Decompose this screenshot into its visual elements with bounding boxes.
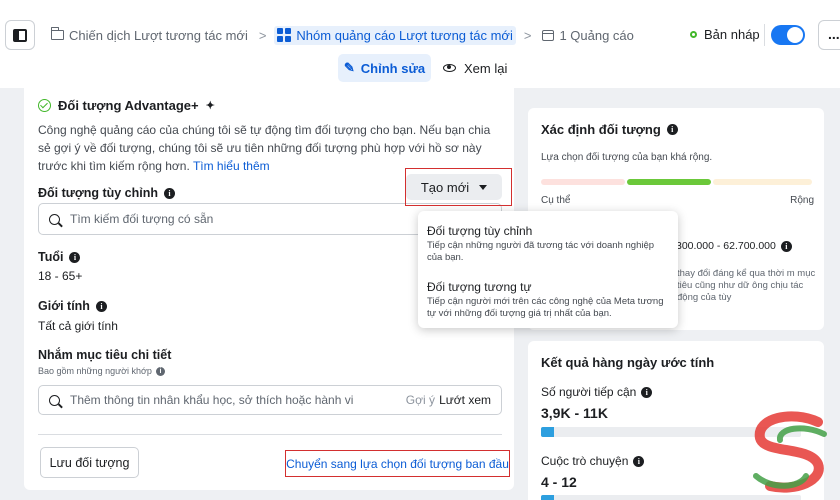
toggle-knob [787, 27, 803, 43]
audience-definition-heading: Xác định đối tượng i [541, 122, 678, 137]
menu-item-lookalike-audience[interactable]: Đối tượng tương tự Tiếp cận người mới tr… [427, 279, 671, 320]
highlight-box [405, 168, 512, 206]
audience-description: Công nghệ quảng cáo của chúng tôi sẽ tự … [38, 121, 506, 175]
sidebar-toggle-button[interactable] [5, 20, 35, 50]
custom-audience-heading: Đối tượng tùy chỉnh i [38, 186, 176, 200]
breadcrumb-campaign-label: Chiến dịch Lượt tương tác mới [69, 27, 248, 43]
detailed-targeting-sub: Bao gồm những người khớp i [38, 366, 165, 376]
more-options-button[interactable]: ... [818, 20, 840, 50]
sparkle-icon: ✦ [205, 100, 215, 112]
info-icon[interactable]: i [69, 251, 81, 263]
breadcrumb-adset[interactable]: Nhóm quảng cáo Lượt tương tác mới [274, 25, 516, 45]
suggest-link[interactable]: Gợi ý [406, 393, 435, 407]
check-circle-icon [38, 99, 51, 112]
breadcrumb: Chiến dịch Lượt tương tác mới > Nhóm quả… [48, 24, 637, 46]
age-value[interactable]: 18 - 65+ [38, 269, 82, 283]
ad-set-grid-icon [277, 28, 292, 42]
gender-label: Giới tính [38, 299, 90, 313]
age-heading: Tuổi i [38, 250, 81, 264]
edit-tab-button[interactable]: ✎ Chỉnh sửa [338, 54, 431, 82]
info-icon[interactable]: i [641, 386, 653, 398]
search-icon [49, 394, 60, 406]
estimated-audience-size-value: 300.000 - 62.700.000 [676, 240, 776, 252]
detailed-targeting-sub-label: Bao gồm những người khớp [38, 366, 152, 376]
gender-value[interactable]: Tất cả giới tính [38, 319, 118, 333]
breadcrumb-ad[interactable]: 1 Quảng cáo [539, 26, 636, 45]
info-icon[interactable]: i [164, 187, 176, 199]
eye-icon [443, 64, 456, 72]
chevron-right-icon: > [258, 27, 267, 43]
daily-results-title: Kết quả hàng ngày ước tính [541, 355, 715, 370]
info-icon[interactable]: i [95, 300, 107, 312]
menu-item-description: Tiếp cận những người đã tương tác với do… [427, 240, 655, 263]
audience-title: Đối tượng Advantage+ [58, 98, 199, 113]
detailed-targeting-heading: Nhắm mục tiêu chi tiết [38, 348, 171, 362]
conversation-metric-value: 4 - 12 [541, 474, 577, 490]
breadcrumb-campaign[interactable]: Chiến dịch Lượt tương tác mới [48, 26, 251, 45]
learn-more-link[interactable]: Tìm hiểu thêm [193, 159, 270, 173]
draft-status-icon [690, 31, 697, 38]
chevron-right-icon: > [523, 27, 532, 43]
breadcrumb-adset-label: Nhóm quảng cáo Lượt tương tác mới [296, 27, 513, 43]
detailed-targeting-placeholder: Thêm thông tin nhân khẩu học, sở thích h… [70, 393, 354, 407]
review-label: Xem lại [464, 60, 508, 76]
edit-label: Chỉnh sửa [360, 60, 426, 76]
conversation-progress-fill [541, 495, 554, 500]
detailed-targeting-input[interactable]: Thêm thông tin nhân khẩu học, sở thích h… [38, 385, 502, 415]
info-icon[interactable]: i [666, 124, 678, 135]
menu-item-title: Đối tượng tùy chỉnh [427, 224, 533, 238]
sidebar-panel-icon [13, 28, 27, 42]
search-icon [49, 213, 60, 225]
create-new-dropdown-menu: Đối tượng tùy chỉnh Tiếp cận những người… [418, 211, 678, 328]
info-icon[interactable]: i [155, 366, 165, 376]
audience-definition-title: Xác định đối tượng [541, 122, 661, 137]
reach-progress-fill [541, 427, 554, 437]
meter-segment-current [627, 179, 711, 185]
reach-metric-heading: Số người tiếp cận i [541, 385, 653, 399]
audience-breadth-meter [541, 179, 812, 185]
ad-icon [542, 29, 555, 41]
menu-item-title: Đối tượng tương tự [427, 280, 532, 294]
folder-icon [50, 27, 64, 40]
meter-right-label: Rộng [790, 195, 814, 206]
custom-audience-label: Đối tượng tùy chỉnh [38, 186, 159, 200]
menu-item-description: Tiếp cận người mới trên các công nghệ củ… [427, 296, 664, 319]
meter-segment-specific [541, 179, 625, 185]
estimated-audience-size: 300.000 - 62.700.000 i [676, 240, 792, 252]
conversation-metric-heading: Cuộc trò chuyện i [541, 454, 645, 468]
reach-metric-label: Số người tiếp cận [541, 385, 637, 399]
audience-section-title: Đối tượng Advantage+ ✦ [38, 98, 215, 113]
review-tab-button[interactable]: Xem lại [443, 54, 507, 82]
info-icon[interactable]: i [780, 240, 792, 252]
reach-metric-value: 3,9K - 11K [541, 405, 608, 421]
age-label: Tuổi [38, 250, 64, 264]
pencil-icon: ✎ [343, 60, 355, 75]
conversation-metric-label: Cuộc trò chuyện [541, 454, 629, 468]
custom-audience-search-placeholder: Tìm kiếm đối tượng có sẵn [70, 212, 214, 226]
breadcrumb-ad-label: 1 Quảng cáo [559, 27, 634, 43]
status-badge: Bản nháp [690, 27, 760, 42]
menu-item-custom-audience[interactable]: Đối tượng tùy chỉnh Tiếp cận những người… [427, 223, 671, 264]
meter-left-label: Cụ thể [541, 195, 571, 206]
top-bar: Chiến dịch Lượt tương tác mới > Nhóm quả… [0, 0, 840, 88]
save-audience-button[interactable]: Lưu đối tượng [40, 447, 139, 478]
audience-definition-subtitle: Lựa chọn đối tượng của bạn khá rộng. [541, 152, 713, 163]
browse-link[interactable]: Lướt xem [439, 393, 491, 407]
status-label: Bản nháp [704, 27, 760, 42]
switch-audience-label: Chuyển sang lựa chọn đối tượng ban đầu [286, 456, 509, 471]
meter-segment-broad [713, 179, 812, 185]
publish-toggle[interactable] [771, 25, 805, 45]
info-icon[interactable]: i [633, 455, 645, 467]
switch-to-original-audience-link[interactable]: Chuyển sang lựa chọn đối tượng ban đầu [285, 450, 510, 477]
watermark-logo [753, 411, 827, 493]
divider [38, 434, 502, 435]
estimate-note: thay đổi đáng kể qua thời m mục tiêu cũn… [677, 268, 816, 303]
gender-heading: Giới tính i [38, 299, 107, 313]
detailed-targeting-label: Nhắm mục tiêu chi tiết [38, 348, 172, 362]
divider [764, 24, 765, 46]
